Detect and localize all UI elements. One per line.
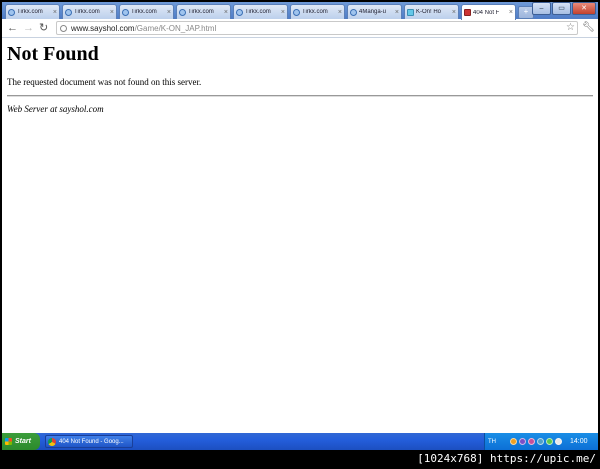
site-icon — [407, 8, 414, 16]
tab-label: Tirkx.com — [131, 9, 157, 15]
globe-icon — [65, 8, 72, 16]
tab-2[interactable]: Tirkx.com × — [119, 4, 174, 19]
back-arrow-icon[interactable]: ← — [7, 21, 18, 35]
language-indicator[interactable]: TH — [488, 439, 496, 445]
tray-app-icon[interactable] — [546, 438, 553, 445]
taskbar-item-chrome[interactable]: 404 Not Found - Goog... — [45, 435, 133, 448]
page-icon — [60, 24, 67, 32]
start-button[interactable]: Start — [2, 433, 40, 450]
globe-icon — [293, 8, 300, 16]
error-message: The requested document was not found on … — [7, 77, 202, 87]
server-address: Web Server at sayshol.com — [7, 104, 104, 114]
tab-label: Tirkx.com — [245, 9, 271, 15]
tab-3[interactable]: Tirkx.com × — [176, 4, 231, 19]
globe-icon — [236, 8, 243, 16]
tab-label: Tirkx.com — [302, 9, 328, 15]
tab-label: 404 Not F — [473, 9, 500, 16]
globe-icon — [122, 8, 129, 16]
system-tray: TH 14:00 — [484, 433, 598, 450]
close-icon[interactable]: × — [509, 9, 513, 16]
browser-toolbar: ← → ↻ www.sayshol.com/Game/K-ON_JAP.html… — [2, 19, 598, 38]
close-icon[interactable]: × — [395, 9, 399, 16]
close-icon[interactable]: × — [452, 9, 456, 16]
site-icon — [464, 9, 471, 16]
start-label: Start — [15, 438, 31, 445]
tab-strip: Tirkx.com × Tirkx.com × Tirkx.com × Tirk… — [2, 2, 598, 20]
close-icon[interactable]: × — [167, 9, 171, 16]
tray-app-icon[interactable] — [510, 438, 517, 445]
page-content: Not Found The requested document was not… — [2, 38, 598, 433]
tab-1[interactable]: Tirkx.com × — [62, 4, 117, 19]
page-title: Not Found — [7, 43, 99, 65]
tab-8-active[interactable]: 404 Not F × — [461, 4, 516, 20]
url-domain: www.sayshol.com — [71, 23, 135, 33]
tab-0[interactable]: Tirkx.com × — [5, 4, 60, 19]
taskbar-item-label: 404 Not Found - Goog... — [59, 438, 124, 445]
close-icon[interactable]: × — [281, 9, 285, 16]
close-icon[interactable]: × — [338, 9, 342, 16]
tab-label: Tirkx.com — [74, 9, 100, 15]
volume-icon[interactable] — [555, 438, 562, 445]
clock: 14:00 — [570, 438, 588, 445]
minimize-button[interactable]: – — [532, 2, 551, 15]
globe-icon — [350, 8, 357, 16]
globe-icon — [179, 8, 186, 16]
tab-7[interactable]: K-On! Ho × — [404, 4, 459, 19]
tray-app-icon[interactable] — [519, 438, 526, 445]
tab-6[interactable]: 4Manga-u × — [347, 4, 402, 19]
chrome-icon — [48, 437, 56, 446]
taskbar: Start 404 Not Found - Goog... TH 14:00 — [2, 433, 598, 450]
tray-app-icon[interactable] — [528, 438, 535, 445]
maximize-button[interactable]: ▭ — [552, 2, 571, 15]
close-icon[interactable]: × — [110, 9, 114, 16]
image-caption: [1024x768] https://upic.me/ — [417, 452, 596, 465]
url-path: /Game/K-ON_JAP.html — [134, 23, 217, 33]
globe-icon — [8, 8, 15, 16]
tab-label: K-On! Ho — [416, 9, 442, 15]
forward-arrow-icon[interactable]: → — [23, 21, 34, 35]
screenshot-frame: Tirkx.com × Tirkx.com × Tirkx.com × Tirk… — [2, 2, 598, 450]
reload-icon[interactable]: ↻ — [39, 21, 48, 35]
tab-label: 4Manga-u — [359, 9, 387, 15]
tab-5[interactable]: Tirkx.com × — [290, 4, 345, 19]
address-bar[interactable]: www.sayshol.com/Game/K-ON_JAP.html ☆ — [56, 21, 578, 35]
tab-label: Tirkx.com — [188, 9, 214, 15]
bookmark-star-icon[interactable]: ☆ — [566, 22, 575, 34]
close-icon[interactable]: × — [224, 9, 228, 16]
tray-app-icon[interactable] — [537, 438, 544, 445]
windows-logo-icon — [5, 438, 12, 445]
close-icon[interactable]: × — [53, 9, 57, 16]
wrench-icon[interactable]: 🔧︎ — [582, 22, 595, 34]
tab-4[interactable]: Tirkx.com × — [233, 4, 288, 19]
window-controls: – ▭ ✕ — [532, 2, 596, 15]
divider — [7, 95, 593, 97]
tab-label: Tirkx.com — [17, 9, 43, 15]
close-window-button[interactable]: ✕ — [572, 2, 596, 15]
